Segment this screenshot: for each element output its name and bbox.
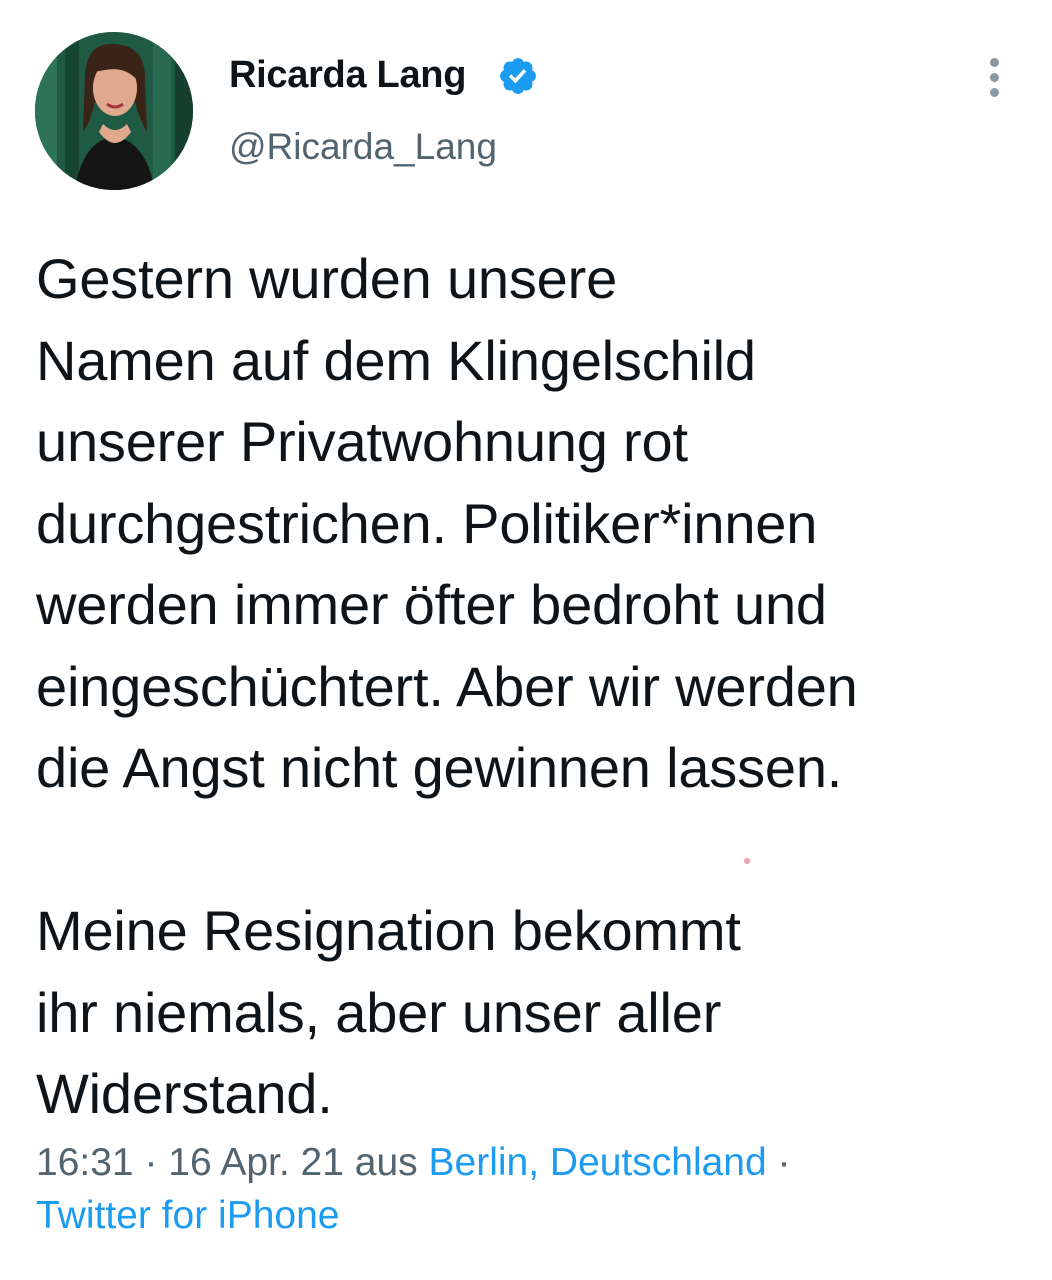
tweet-text-line: ihr niemals, aber unser aller (36, 980, 722, 1044)
source-link[interactable]: Twitter for iPhone (36, 1194, 339, 1237)
tweet-meta-line-2: Twitter for iPhone (36, 1189, 791, 1242)
author-display-name[interactable]: Ricarda Lang (229, 54, 466, 97)
tweet-text-line: durchgestrichen. Politiker*innen (36, 491, 818, 555)
meta-separator: · (766, 1141, 791, 1184)
more-vertical-icon[interactable] (976, 58, 1012, 100)
tweet-text-line: Gestern wurden unsere (36, 247, 618, 310)
tweet-meta: 16:31 · 16 Apr. 21 aus Berlin, Deutschla… (36, 1136, 791, 1242)
tweet-text: Gestern wurden unsere Namen auf dem Klin… (36, 238, 1026, 1135)
tweet-time[interactable]: 16:31 (36, 1141, 134, 1184)
meta-aus: aus (343, 1141, 429, 1184)
tweet-text-line: Meine Resignation bekommt (36, 899, 741, 962)
tweet-card: Ricarda Lang @Ricarda_Lang Gestern wurde… (0, 0, 1052, 1280)
author-handle[interactable]: @Ricarda_Lang (229, 126, 497, 168)
paragraph-break (36, 809, 1026, 891)
verified-badge-icon (500, 58, 536, 94)
tweet-text-line: eingeschüchtert. Aber wir werden (36, 654, 858, 718)
tweet-text-line: werden immer öfter bedroht und (36, 573, 827, 636)
author-avatar[interactable] (35, 32, 193, 190)
tweet-date[interactable]: 16 Apr. 21 (168, 1141, 344, 1184)
tweet-text-line: unserer Privatwohnung rot (36, 410, 688, 473)
tweet-text-line: Widerstand. (36, 1062, 333, 1125)
tweet-text-line: die Angst nicht gewinnen lassen. (36, 736, 843, 799)
location-link[interactable]: Berlin, Deutschland (429, 1141, 767, 1184)
stray-dot (744, 858, 750, 864)
tweet-text-line: Namen auf dem Klingelschild (36, 328, 756, 392)
tweet-meta-line-1: 16:31 · 16 Apr. 21 aus Berlin, Deutschla… (36, 1136, 791, 1189)
avatar-photo (35, 32, 193, 190)
meta-separator: · (133, 1141, 169, 1184)
